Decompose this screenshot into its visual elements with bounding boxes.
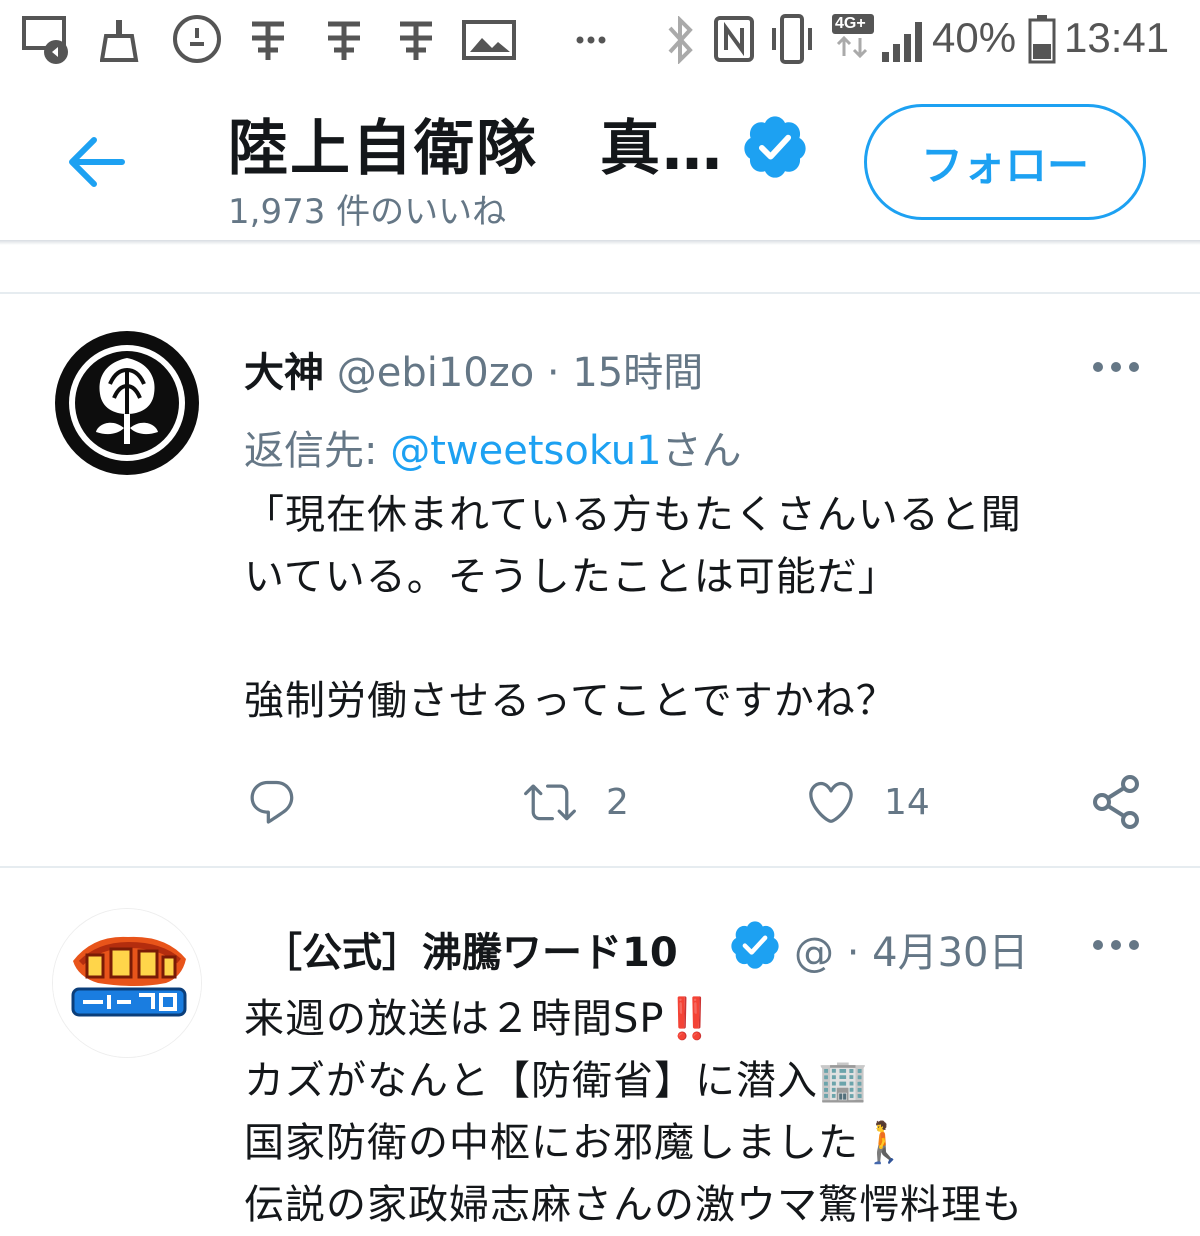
battery-icon [1028,15,1056,64]
tweet-text: 来週の放送は２時間SP‼️ カズがなんと【防衛省】に潜入🏢 国家防衛の中枢にお邪… [244,996,1023,1228]
header-divider [0,240,1200,245]
divider [0,292,1200,294]
tweet-header: 大神 @ebi10zo · 15時間 [244,340,703,398]
tweet-header: ［公式］沸騰ワード10 [262,920,678,978]
battery-percent: 40% [932,14,1017,61]
more-options-icon[interactable] [1086,930,1146,960]
family-crest-icon [55,331,199,475]
page-title: 陸上自衛隊 真… [228,114,724,184]
verified-badge-icon [731,921,779,969]
nfc-icon [714,16,754,62]
display-name[interactable]: 大神 [244,350,324,396]
reply-icon [250,780,294,824]
app-icon [252,21,284,60]
broom-circle-icon [173,15,221,63]
like-button[interactable]: 14 [804,776,930,828]
back-arrow-icon[interactable] [62,134,132,190]
status-bar: 4G+ 40% 13:41 [0,0,1200,82]
reply-suffix: さん [661,428,742,474]
more-options-icon[interactable] [1086,352,1146,382]
show-logo-icon [53,909,201,1057]
retweet-icon [524,784,576,821]
reply-button[interactable] [246,776,298,828]
share-icon [1093,775,1139,829]
follow-button[interactable]: フォロー [864,104,1146,220]
separator: · [546,350,560,396]
heart-icon [809,781,853,823]
sweep-icon [100,20,139,62]
separator: · [846,930,860,976]
bluetooth-icon [668,16,693,64]
handle[interactable]: @ [794,930,834,976]
avatar[interactable] [52,908,202,1058]
retweet-count: 2 [606,781,629,823]
signal-icon [882,22,922,62]
display-name[interactable]: ［公式］沸騰ワード10 [262,930,678,976]
profile-header: 陸上自衛隊 真… 1,973 件のいいね フォロー [0,82,1200,242]
reply-context: 返信先: @tweetsoku1さん [244,418,742,476]
app-icon [400,21,432,60]
likes-count: 1,973 件のいいね [228,192,507,232]
timestamp[interactable]: 4月30日 [872,930,1028,976]
avatar[interactable] [52,328,202,478]
screenshot-icon [22,16,68,64]
divider [0,866,1200,868]
more-dots-icon [576,36,606,44]
verified-badge-icon [744,116,806,178]
handle[interactable]: @ebi10zo [337,350,534,396]
like-count: 14 [884,781,930,823]
share-button[interactable] [1090,774,1146,830]
network-4g-icon: 4G+ [832,14,874,68]
clock: 13:41 [1064,14,1170,61]
tweet-meta: @ · 4月30日 [794,920,1029,978]
gallery-icon [462,20,516,60]
reply-label: 返信先: [244,428,391,474]
app-icon [328,21,360,60]
timestamp[interactable]: 15時間 [572,350,703,396]
tweet-text: 「現在休まれている方もたくさんいると聞 いている。そうしたことは可能だ」 強制労… [244,492,1022,724]
reply-mention-link[interactable]: @tweetsoku1 [390,428,661,474]
retweet-button[interactable]: 2 [520,776,629,828]
vibrate-icon [772,14,812,64]
